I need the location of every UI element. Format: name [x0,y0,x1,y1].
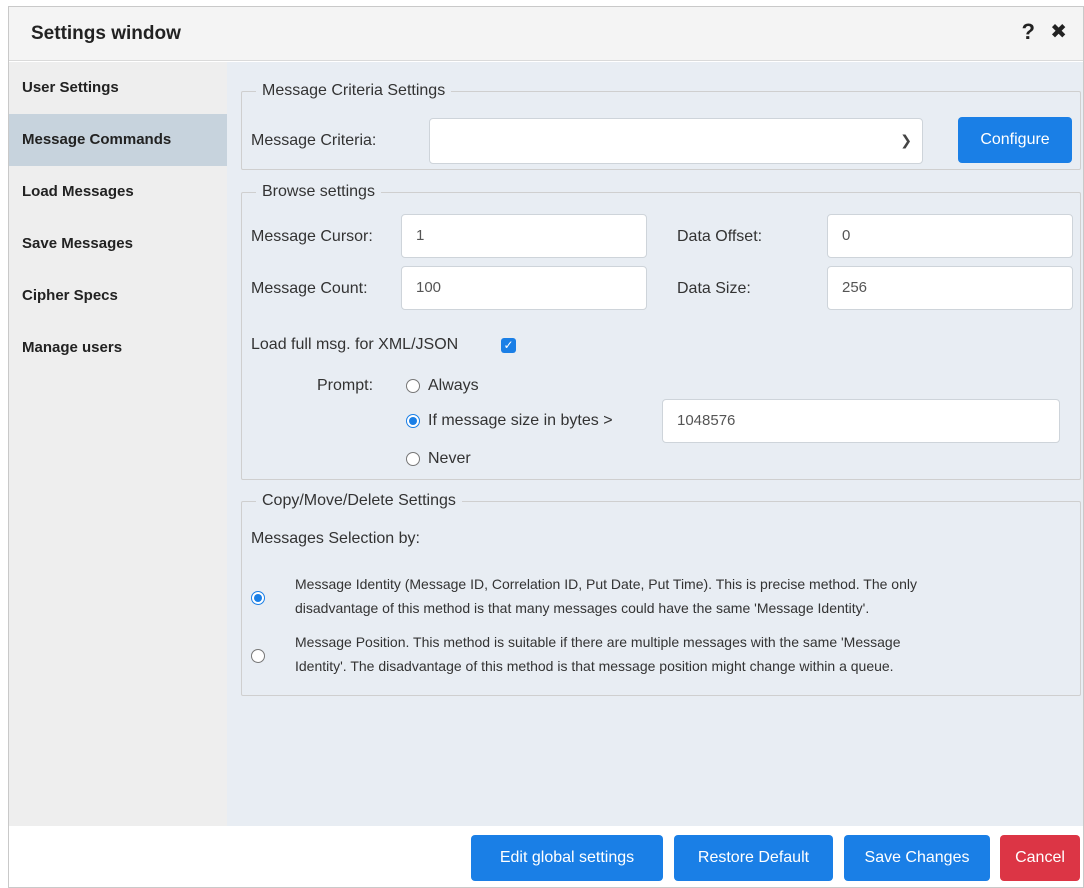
size-label: Data Size: [677,280,751,297]
load-full-label: Load full msg. for XML/JSON [251,336,459,353]
message-cursor-input[interactable]: 1 [401,214,647,258]
prompt-option-always: Always [428,377,479,394]
sidebar-item-cipher-specs[interactable]: Cipher Specs [9,270,227,322]
prompt-label: Prompt: [317,377,374,394]
configure-button[interactable]: Configure [958,117,1072,163]
cursor-label: Message Cursor: [251,228,373,245]
size-threshold-input[interactable]: 1048576 [662,399,1060,443]
offset-label: Data Offset: [677,228,763,245]
main-content: Message Criteria Settings Message Criter… [227,62,1083,826]
identity-line-1: Message Identity (Message ID, Correlatio… [295,576,917,592]
prompt-radio-always[interactable] [406,379,420,393]
cmd-legend: Copy/Move/Delete Settings [262,492,456,509]
sidebar: User Settings Message Commands Load Mess… [9,62,227,826]
sidebar-item-message-commands[interactable]: Message Commands [9,114,227,166]
chevron-down-icon: ❯ [900,132,912,148]
selection-position-text: Message Position. This method is suitabl… [295,630,900,678]
footer: Edit global settings Restore Default Sav… [9,826,1083,887]
browse-legend: Browse settings [262,183,375,200]
title-bar: Settings window ? ✖ [9,7,1083,61]
position-line-2: Identity'. The disadvantage of this meth… [295,658,894,674]
sidebar-item-save-messages[interactable]: Save Messages [9,218,227,270]
criteria-label: Message Criteria: [251,132,377,149]
window-title: Settings window [31,23,181,44]
selection-identity-text: Message Identity (Message ID, Correlatio… [295,572,917,620]
restore-default-button[interactable]: Restore Default [674,835,833,881]
selection-radio-position[interactable] [251,649,265,663]
selection-radio-identity[interactable] [251,591,265,605]
message-count-input[interactable]: 100 [401,266,647,310]
data-size-input[interactable]: 256 [827,266,1073,310]
settings-window: Settings window ? ✖ User Settings Messag… [8,6,1084,888]
prompt-option-size: If message size in bytes > [428,412,613,429]
sidebar-item-user-settings[interactable]: User Settings [9,62,227,114]
criteria-legend: Message Criteria Settings [262,82,446,99]
cancel-button[interactable]: Cancel [1000,835,1080,881]
identity-line-2: disadvantage of this method is that many… [295,600,870,616]
message-criteria-select[interactable]: ❯ [429,118,923,164]
prompt-radio-size[interactable] [406,414,420,428]
save-changes-button[interactable]: Save Changes [844,835,990,881]
prompt-radio-never[interactable] [406,452,420,466]
sidebar-item-manage-users[interactable]: Manage users [9,322,227,374]
count-label: Message Count: [251,280,368,297]
close-icon[interactable]: ✖ [1050,22,1067,42]
help-icon[interactable]: ? [1022,19,1035,45]
position-line-1: Message Position. This method is suitabl… [295,634,901,650]
load-full-checkbox[interactable]: ✓ [501,338,516,353]
sidebar-item-load-messages[interactable]: Load Messages [9,166,227,218]
edit-global-settings-button[interactable]: Edit global settings [471,835,663,881]
prompt-option-never: Never [428,450,471,467]
data-offset-input[interactable]: 0 [827,214,1073,258]
selection-label: Messages Selection by: [251,530,420,547]
